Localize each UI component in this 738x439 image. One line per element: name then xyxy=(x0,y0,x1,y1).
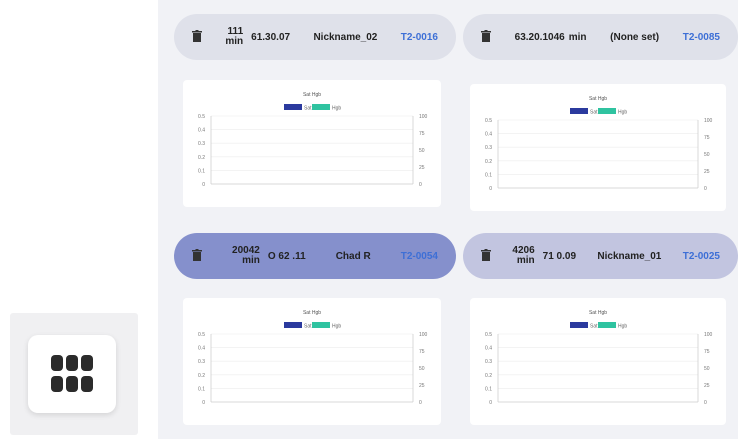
legend-swatch xyxy=(284,104,302,110)
y-right-tick: 50 xyxy=(419,366,425,372)
y-right-tick: 25 xyxy=(419,383,425,389)
chart-card-t2-0054: Sat Hgb Sat Hgb 0.5 0.4 0.3 0.2 0.1 0 100 75 50 25 0 xyxy=(183,298,441,425)
legend-label: Sat xyxy=(590,110,598,116)
y-right-tick: 50 xyxy=(419,148,425,154)
y-left-tick: 0 xyxy=(202,182,205,188)
legend-swatch xyxy=(570,108,588,114)
y-right-tick: 100 xyxy=(704,118,713,124)
trash-icon[interactable] xyxy=(192,248,202,264)
y-right-tick: 50 xyxy=(704,366,710,372)
device-id[interactable]: T2-0016 xyxy=(401,32,438,43)
legend-swatch xyxy=(312,104,330,110)
legend-swatch xyxy=(570,322,588,328)
legend-label: Hgb xyxy=(332,324,341,330)
y-left-tick: 0.4 xyxy=(485,346,492,352)
device-time: 4206 min xyxy=(512,245,535,266)
legend-label: Hgb xyxy=(618,110,627,116)
chart-card-t2-0085: Sat Hgb Sat Hgb 0.5 0.4 0.3 0.2 0.1 0 100 75 50 25 0 xyxy=(470,84,726,211)
y-right-tick: 100 xyxy=(419,332,428,338)
y-left-tick: 0 xyxy=(489,186,492,192)
device-id[interactable]: T2-0085 xyxy=(683,32,720,43)
legend-swatch xyxy=(598,108,616,114)
legend-swatch xyxy=(284,322,302,328)
y-right-tick: 75 xyxy=(704,349,710,355)
device-header-t2-0016[interactable]: 111 min 61.30.07 Nickname_02 T2-0016 xyxy=(174,14,456,60)
y-right-tick: 0 xyxy=(419,182,422,188)
y-left-tick: 0.3 xyxy=(198,359,205,365)
legend-label: Sat xyxy=(304,106,312,112)
chart-svg: Sat Hgb Sat Hgb 0.5 0.4 0.3 0.2 0.1 0 100 75 50 25 0 xyxy=(485,96,713,192)
y-left-tick: 0.5 xyxy=(198,114,205,120)
device-header-t2-0085[interactable]: 63.20.1046 min (None set) T2-0085 xyxy=(463,14,738,60)
device-header-t2-0054[interactable]: 20042 min O 62 .11 Chad R T2-0054 xyxy=(174,233,456,279)
y-left-tick: 0.1 xyxy=(198,386,205,392)
device-id[interactable]: T2-0025 xyxy=(683,251,720,262)
y-left-tick: 0.2 xyxy=(485,159,492,165)
device-time: 111 min xyxy=(225,26,244,47)
legend-swatch xyxy=(312,322,330,328)
legend-label: Hgb xyxy=(332,106,341,112)
y-right-tick: 25 xyxy=(704,383,710,389)
chart-title: Sat Hgb xyxy=(303,310,321,316)
device-header-t2-0025[interactable]: 4206 min 71 0.09 Nickname_01 T2-0025 xyxy=(463,233,738,279)
y-left-tick: 0.1 xyxy=(198,168,205,174)
y-right-tick: 75 xyxy=(419,131,425,137)
y-left-tick: 0.3 xyxy=(485,359,492,365)
chart-svg: Sat Hgb Sat Hgb 0.5 0.4 0.3 0.2 0.1 0 100 75 50 25 0 xyxy=(485,310,713,406)
chart-title: Sat Hgb xyxy=(589,96,607,102)
device-time-extra: O 62 .11 xyxy=(267,250,306,262)
trash-icon[interactable] xyxy=(481,29,491,45)
y-right-tick: 50 xyxy=(704,152,710,158)
device-name: (None set) xyxy=(610,31,660,43)
y-left-tick: 0 xyxy=(489,400,492,406)
y-left-tick: 0.1 xyxy=(485,386,492,392)
legend-label: Sat xyxy=(590,324,598,330)
y-left-tick: 0.4 xyxy=(485,132,492,138)
chart-svg: Sat Hgb Sat Hgb 0.5 0.4 0.3 0.2 0.1 0 100 75 50 25 0 xyxy=(198,310,428,406)
device-id[interactable]: T2-0054 xyxy=(401,251,438,262)
grid-icon xyxy=(51,355,93,392)
chart-svg: Sat Hgb Sat Hgb 0.5 0.4 0.3 0.2 0.1 0 100 75 50 25 0 xyxy=(198,92,428,188)
device-time-unit: min xyxy=(568,31,587,43)
device-name: Nickname_02 xyxy=(313,31,378,43)
y-left-tick: 0.5 xyxy=(485,332,492,338)
y-left-tick: 0.2 xyxy=(198,155,205,161)
y-right-tick: 25 xyxy=(704,169,710,175)
y-left-tick: 0.2 xyxy=(198,373,205,379)
y-left-tick: 0.5 xyxy=(485,118,492,124)
y-left-tick: 0.1 xyxy=(485,172,492,178)
legend-label: Hgb xyxy=(618,324,627,330)
legend-label: Sat xyxy=(304,324,312,330)
y-right-tick: 75 xyxy=(419,349,425,355)
trash-icon[interactable] xyxy=(192,29,202,45)
y-left-tick: 0.3 xyxy=(198,141,205,147)
y-left-tick: 0.3 xyxy=(485,145,492,151)
y-right-tick: 100 xyxy=(704,332,713,338)
y-right-tick: 25 xyxy=(419,165,425,171)
device-name: Nickname_01 xyxy=(597,250,662,262)
device-time: 20042 min xyxy=(232,245,260,266)
chart-title: Sat Hgb xyxy=(589,310,607,316)
y-left-tick: 0 xyxy=(202,400,205,406)
chart-card-t2-0016: Sat Hgb Sat Hgb 0.5 0.4 0.3 0.2 0.1 0 100 75 50 25 0 xyxy=(183,80,441,207)
device-name: Chad R xyxy=(335,250,371,262)
y-right-tick: 0 xyxy=(704,400,707,406)
chart-card-t2-0025: Sat Hgb Sat Hgb 0.5 0.4 0.3 0.2 0.1 0 100 75 50 25 0 xyxy=(470,298,726,425)
legend-swatch xyxy=(598,322,616,328)
y-left-tick: 0.4 xyxy=(198,346,205,352)
app-grid-button[interactable] xyxy=(28,335,116,413)
y-right-tick: 0 xyxy=(419,400,422,406)
y-right-tick: 100 xyxy=(419,114,428,120)
y-left-tick: 0.5 xyxy=(198,332,205,338)
device-time-extra: 61.30.07 xyxy=(251,31,291,43)
y-left-tick: 0.2 xyxy=(485,373,492,379)
trash-icon[interactable] xyxy=(481,248,491,264)
chart-title: Sat Hgb xyxy=(303,92,321,98)
y-right-tick: 75 xyxy=(704,135,710,141)
device-time-extra: 71 0.09 xyxy=(542,250,577,262)
y-right-tick: 0 xyxy=(704,186,707,192)
device-time-extra: 63.20.1046 xyxy=(514,31,565,43)
y-left-tick: 0.4 xyxy=(198,128,205,134)
